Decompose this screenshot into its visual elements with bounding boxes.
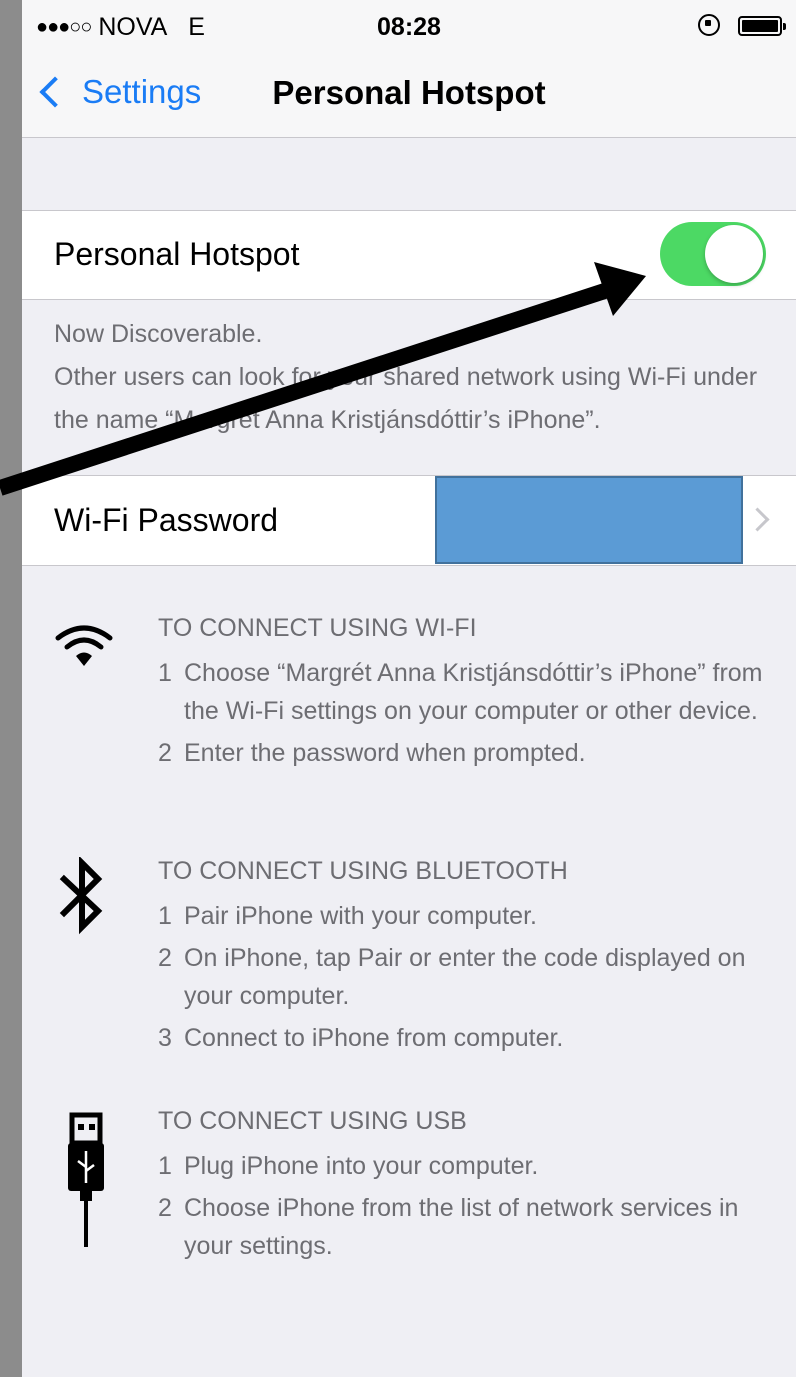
status-bar: ●●●○○ NOVA E 08:28 — [22, 10, 796, 44]
list-item: 1 Pair iPhone with your computer. — [158, 902, 537, 930]
usb-icon — [68, 1112, 104, 1247]
password-redaction-box — [435, 476, 743, 564]
wifi-password-row[interactable]: Wi-Fi Password — [22, 475, 796, 566]
wifi-password-label: Wi-Fi Password — [54, 502, 279, 538]
hotspot-status-footer: Now Discoverable. Other users can look f… — [54, 313, 784, 442]
network-name-text: Other users can look for your shared net… — [54, 363, 758, 434]
bluetooth-steps: 1 Pair iPhone with your computer. 2 On iPh… — [158, 897, 788, 1061]
orientation-lock-icon — [698, 14, 720, 36]
discoverable-text: Now Discoverable. — [54, 320, 263, 348]
personal-hotspot-toggle[interactable] — [660, 222, 766, 286]
toggle-knob — [705, 225, 763, 283]
wifi-steps: 1 Choose “Margrét Anna Kristjánsdóttir’s … — [158, 654, 788, 776]
list-item: 2 Enter the password when prompted. — [158, 739, 586, 767]
phone-screen: ●●●○○ NOVA E 08:28 Settings Personal Hot… — [22, 0, 796, 1377]
chevron-right-icon — [745, 507, 770, 532]
personal-hotspot-row: Personal Hotspot — [22, 210, 796, 300]
bluetooth-icon — [59, 857, 103, 935]
list-item: 1 Choose “Margrét Anna Kristjánsdóttir’s … — [158, 659, 763, 725]
usb-instructions-heading: TO CONNECT USING USB — [158, 1107, 467, 1135]
wifi-instructions-heading: TO CONNECT USING WI-FI — [158, 614, 477, 642]
list-item: 2 Choose iPhone from the list of network … — [158, 1194, 739, 1260]
bluetooth-instructions-heading: TO CONNECT USING BLUETOOTH — [158, 857, 568, 885]
usb-steps: 1 Plug iPhone into your computer. 2 Choose… — [158, 1147, 788, 1269]
top-bar: ●●●○○ NOVA E 08:28 Settings Personal Hot… — [22, 0, 796, 138]
list-item: 2 On iPhone, tap Pair or enter the code d… — [158, 944, 746, 1010]
list-item: 3 Connect to iPhone from computer. — [158, 1024, 564, 1052]
list-item: 1 Plug iPhone into your computer. — [158, 1152, 539, 1180]
personal-hotspot-label: Personal Hotspot — [54, 236, 300, 272]
navigation-bar: Settings Personal Hotspot — [22, 62, 796, 122]
battery-icon — [738, 16, 786, 36]
wifi-icon — [55, 625, 113, 666]
page-title: Personal Hotspot — [272, 74, 546, 111]
clock: 08:28 — [377, 13, 441, 41]
device-frame — [0, 0, 22, 1377]
